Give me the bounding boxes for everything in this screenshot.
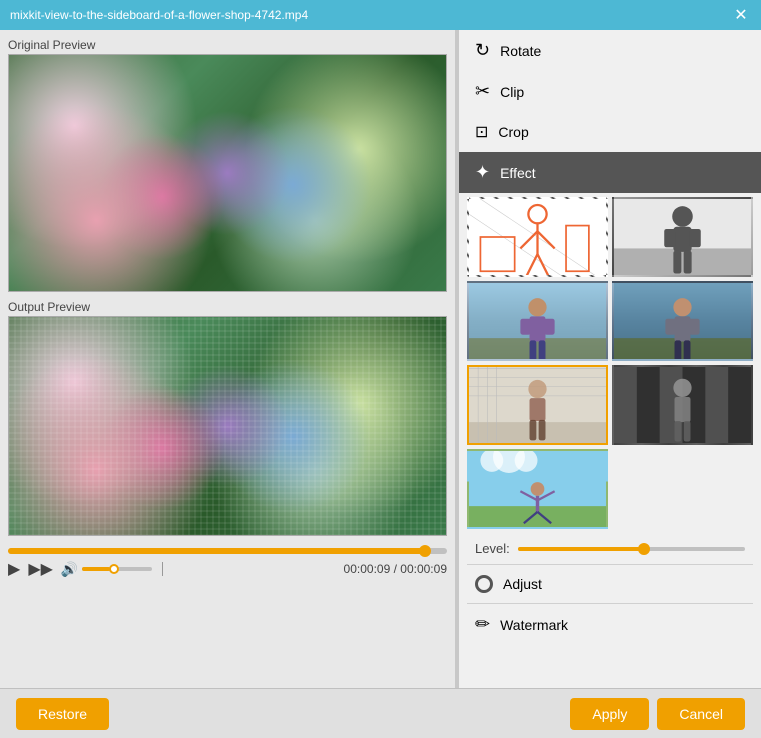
crop-icon: ⊡ (475, 122, 488, 142)
effect-stripe[interactable] (612, 365, 753, 445)
volume-icon: 🔊 (61, 561, 78, 578)
output-preview-section: Output Preview (8, 300, 447, 536)
watermark-label: Watermark (500, 617, 568, 633)
bottom-bar: Restore Apply Cancel (0, 688, 761, 738)
effect-normal2[interactable] (612, 281, 753, 361)
rotate-icon: ↻ (475, 40, 490, 61)
time-display: 00:00:09 / 00:00:09 (344, 562, 447, 576)
effect-icon: ✦ (475, 162, 490, 183)
adjust-label: Adjust (503, 576, 542, 592)
effect-emboss[interactable] (467, 365, 608, 445)
level-thumb (638, 543, 650, 555)
apply-button[interactable]: Apply (570, 698, 649, 730)
volume-area: 🔊 (61, 561, 152, 578)
original-preview-section: Original Preview (8, 38, 447, 292)
tool-clip[interactable]: ✂ Clip (459, 71, 761, 112)
progress-thumb (419, 545, 431, 557)
cancel-button[interactable]: Cancel (657, 698, 745, 730)
controls-bar: ▶ ▶▶ 🔊 00:00:09 / 00:00:09 (8, 544, 447, 583)
play-button[interactable]: ▶ (8, 559, 20, 579)
tool-rotate[interactable]: ↻ Rotate (459, 30, 761, 71)
effect-outdoor[interactable] (467, 449, 608, 529)
divider-line (162, 562, 163, 576)
adjust-icon (475, 575, 493, 593)
level-row: Level: (459, 533, 761, 564)
progress-fill (8, 548, 425, 554)
original-video-frame (9, 55, 446, 291)
skip-button[interactable]: ▶▶ (28, 559, 53, 579)
output-preview-video (8, 316, 447, 536)
level-label: Level: (475, 541, 510, 556)
tool-crop[interactable]: ⊡ Crop (459, 112, 761, 152)
progress-bar[interactable] (8, 548, 447, 554)
tool-adjust[interactable]: Adjust (459, 565, 761, 603)
tool-effect[interactable]: ✦ Effect (459, 152, 761, 193)
clip-label: Clip (500, 84, 524, 100)
effect-label: Effect (500, 165, 536, 181)
original-preview-video (8, 54, 447, 292)
main-content: Original Preview Output Preview (0, 30, 761, 688)
watermark-icon: ✏ (475, 614, 490, 635)
output-preview-label: Output Preview (8, 300, 447, 314)
volume-thumb (109, 564, 119, 574)
playback-controls: ▶ ▶▶ 🔊 00:00:09 / 00:00:09 (8, 559, 447, 579)
window-title: mixkit-view-to-the-sideboard-of-a-flower… (10, 8, 308, 22)
level-slider[interactable] (518, 547, 745, 551)
level-fill (518, 547, 643, 551)
clip-icon: ✂ (475, 81, 490, 102)
left-panel: Original Preview Output Preview (0, 30, 455, 688)
time-current: 00:00:09 (344, 562, 391, 576)
main-window: mixkit-view-to-the-sideboard-of-a-flower… (0, 0, 761, 738)
title-bar: mixkit-view-to-the-sideboard-of-a-flower… (0, 0, 761, 30)
original-preview-label: Original Preview (8, 38, 447, 52)
right-panel: ↻ Rotate ✂ Clip ⊡ Crop ✦ Effect (459, 30, 761, 688)
effect-bw[interactable] (612, 197, 753, 277)
volume-fill (82, 567, 110, 571)
restore-button[interactable]: Restore (16, 698, 109, 730)
volume-slider[interactable] (82, 567, 152, 571)
effect-sketch[interactable] (467, 197, 608, 277)
close-button[interactable]: ✕ (731, 5, 751, 25)
crop-label: Crop (498, 124, 528, 140)
output-video-frame (9, 317, 446, 535)
tool-watermark[interactable]: ✏ Watermark (459, 604, 761, 645)
effect-grid (459, 193, 761, 533)
effect-normal1[interactable] (467, 281, 608, 361)
rotate-label: Rotate (500, 43, 541, 59)
right-buttons: Apply Cancel (570, 698, 745, 730)
time-total: 00:00:09 (400, 562, 447, 576)
